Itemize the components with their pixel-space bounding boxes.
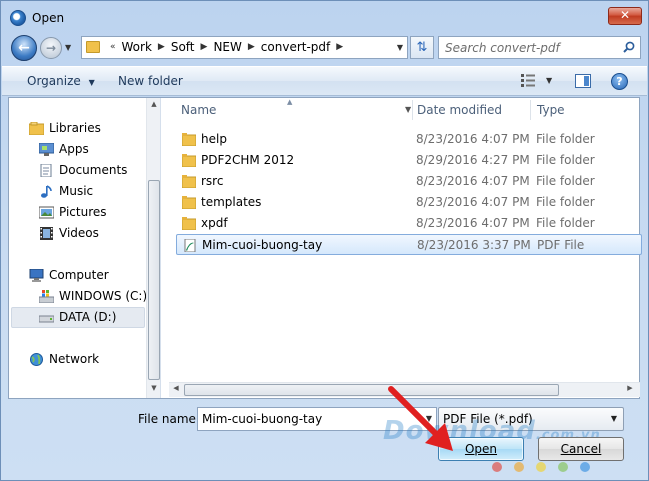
back-arrow-icon: ← [18,40,30,56]
organize-button[interactable]: Organize ▼ [27,67,95,95]
scroll-down-icon[interactable]: ▼ [149,384,159,396]
chevron-down-icon: ▼ [88,78,95,87]
search-input[interactable] [445,37,620,58]
refresh-icon: ⇅ [416,40,428,55]
open-dialog: Open ✕ ← → ▼ « Work ▶ Soft ▶ NEW ▶ conve… [0,0,649,481]
scrollbar-thumb[interactable] [148,180,160,380]
folder-icon [86,41,100,53]
address-dropdown-icon[interactable]: ▼ [397,37,403,58]
documents-icon [40,164,52,177]
drive-icon [39,315,54,323]
music-icon [41,185,52,198]
back-button[interactable]: ← [11,35,37,61]
breadcrumb-item-work[interactable]: Work [122,37,152,58]
search-box[interactable] [438,36,641,59]
refresh-button[interactable]: ⇅ [410,36,434,59]
forward-arrow-icon: → [45,41,57,55]
organize-label: Organize [27,74,81,88]
scroll-right-icon[interactable]: ▶ [625,384,635,396]
chevron-down-icon: ▼ [610,414,617,423]
scroll-up-icon[interactable]: ▲ [149,100,159,112]
preview-pane-icon[interactable] [575,74,591,88]
file-row-xpdf[interactable]: xpdf 8/23/2016 4:07 PM File folder [176,213,642,234]
file-row-help[interactable]: help 8/23/2016 4:07 PM File folder [176,129,642,150]
column-header-date-modified[interactable]: Date modified [417,98,502,122]
browser-panes: Libraries Apps Documents Music Pictures … [8,97,642,399]
file-name-label: File name: [138,412,200,426]
cancel-button[interactable]: Cancel [538,437,624,461]
computer-icon [29,269,44,282]
breadcrumb-separator-icon[interactable]: ▶ [248,37,255,58]
column-divider[interactable] [530,100,531,120]
folder-icon [182,217,196,230]
command-toolbar: Organize ▼ New folder ▼ ? [2,66,647,96]
column-header-type[interactable]: Type [537,98,565,122]
breadcrumb-separator-icon[interactable]: ▶ [201,37,208,58]
sort-ascending-icon: ▲ [287,98,293,106]
title-bar[interactable]: Open ✕ [1,1,648,33]
view-options-dropdown-icon[interactable]: ▼ [546,67,552,95]
forward-button[interactable]: → [40,37,62,59]
navigation-pane-scrollbar[interactable]: ▲ ▼ [146,98,160,398]
videos-icon [40,227,53,240]
address-bar[interactable]: « Work ▶ Soft ▶ NEW ▶ convert-pdf ▶ ▼ [81,36,408,59]
new-folder-button[interactable]: New folder [118,67,183,95]
scrollbar-thumb[interactable] [184,384,559,396]
breadcrumb-item-soft[interactable]: Soft [171,37,195,58]
breadcrumb-item-new[interactable]: NEW [213,37,241,58]
folder-icon [182,196,196,209]
libraries-icon [29,122,44,135]
app-icon [10,10,26,26]
change-view-icon[interactable] [521,74,535,87]
window-title: Open [32,11,65,25]
annotation-arrow-icon [388,386,453,451]
navigation-bar: ← → ▼ « Work ▶ Soft ▶ NEW ▶ convert-pdf … [1,33,648,63]
column-divider[interactable] [412,100,413,120]
navigation-pane: Libraries Apps Documents Music Pictures … [9,98,161,398]
close-button[interactable]: ✕ [608,7,642,25]
search-icon[interactable] [623,41,635,53]
watermark-dots [492,462,590,472]
scroll-left-icon[interactable]: ◀ [171,384,181,396]
file-row-pdf2chm-2012[interactable]: PDF2CHM 2012 8/29/2016 4:27 PM File fold… [176,150,642,171]
folder-icon [182,175,196,188]
file-row-rsrc[interactable]: rsrc 8/23/2016 4:07 PM File folder [176,171,642,192]
name-column-filter-icon[interactable]: ▼ [405,98,411,122]
pictures-icon [39,206,54,219]
breadcrumb-separator-icon[interactable]: ▶ [158,37,165,58]
breadcrumb-separator-icon[interactable]: ▶ [336,37,343,58]
apps-icon [39,143,54,156]
pdf-file-icon [184,239,196,252]
folder-icon [182,133,196,146]
help-icon[interactable]: ? [611,73,628,90]
overflow-chevron-icon[interactable]: « [110,37,116,58]
folder-icon [182,154,196,167]
system-drive-icon [39,290,54,303]
column-header-name[interactable]: Name [181,98,216,122]
file-list-pane: Name ▲ ▼ Date modified Type help 8/23/20… [162,98,642,398]
file-row-mim-cuoi-buong-tay[interactable]: Mim-cuoi-buong-tay 8/23/2016 3:37 PM PDF… [176,234,642,255]
chevron-down-icon: ▼ [65,43,72,52]
breadcrumb-item-convert-pdf[interactable]: convert-pdf [261,37,330,58]
recent-pages-dropdown[interactable]: ▼ [65,39,77,57]
network-icon [30,353,43,366]
file-row-templates[interactable]: templates 8/23/2016 4:07 PM File folder [176,192,642,213]
breadcrumb: « Work ▶ Soft ▶ NEW ▶ convert-pdf ▶ [104,37,349,58]
